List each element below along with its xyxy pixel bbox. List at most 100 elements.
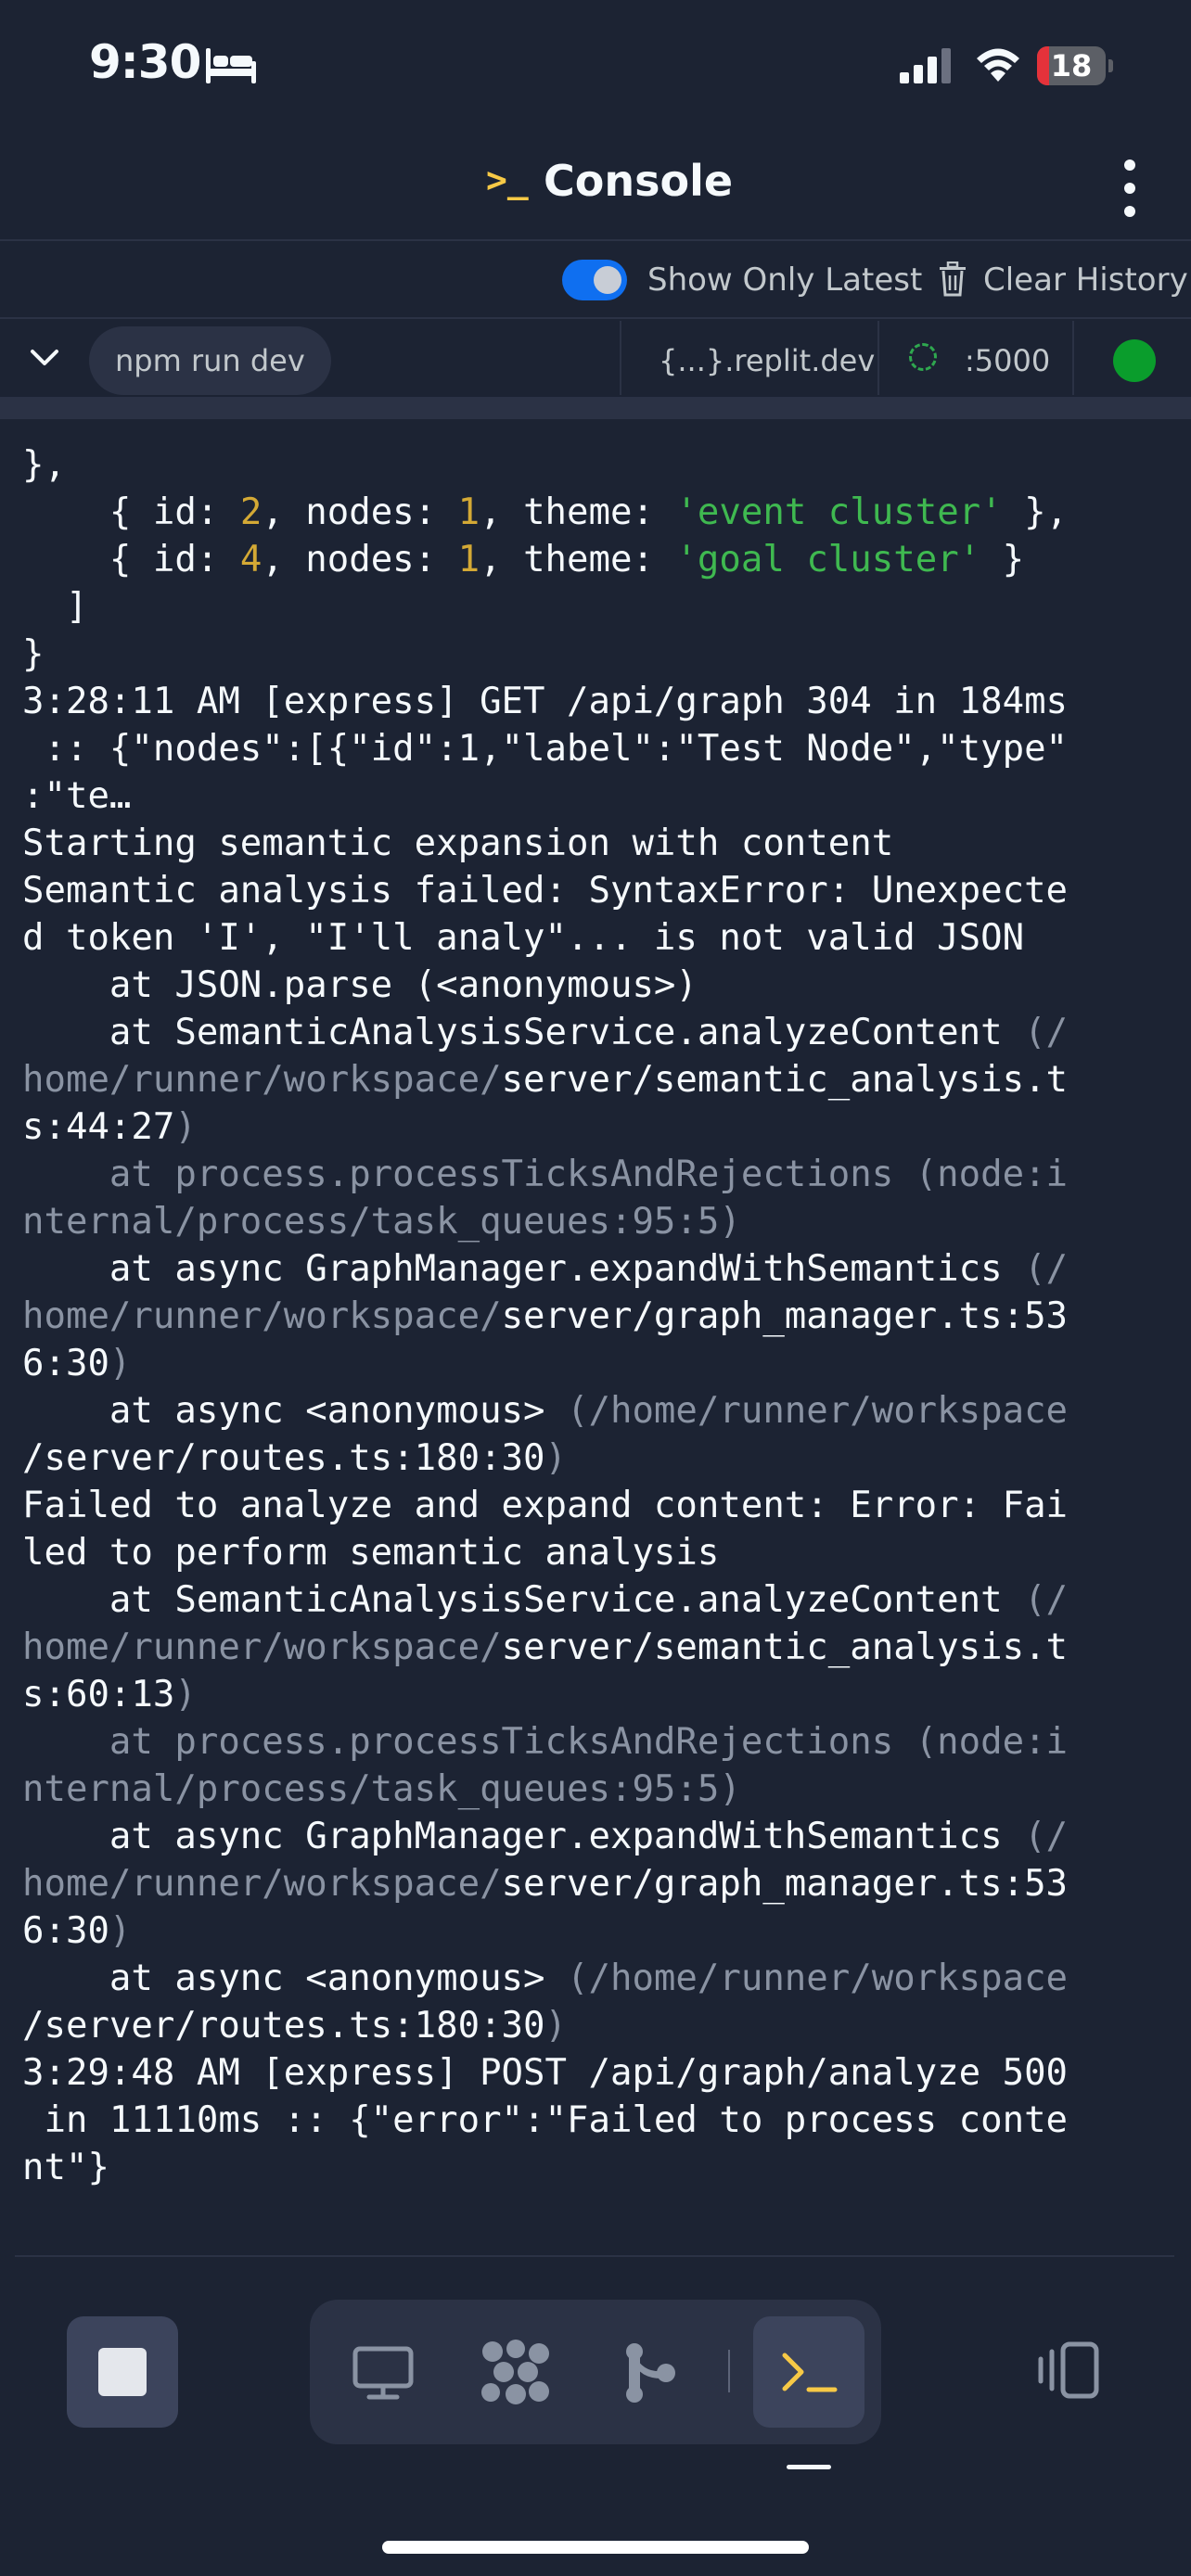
console-line: :: {"nodes":[{"id":1,"label":"Test Node"… [22, 728, 1068, 770]
console-text: Failed to analyze and expand content: Er… [22, 1485, 1069, 1526]
chevron-down-icon[interactable] [28, 341, 61, 375]
clear-history-button[interactable]: Clear History [983, 260, 1188, 300]
console-text: at process.processTicksAndRejections (no… [22, 1154, 1069, 1195]
console-line: { id: 2, nodes: 1, theme: 'event cluster… [22, 491, 1068, 533]
console-tool-button[interactable] [753, 2316, 864, 2428]
more-options-icon[interactable] [1111, 156, 1148, 221]
console-text: s:44:27 [22, 1106, 175, 1148]
webview-tool-button[interactable] [327, 2316, 438, 2428]
bed-icon [206, 48, 256, 83]
console-text: at process.processTicksAndRejections (no… [22, 1721, 1069, 1763]
port-label[interactable]: :5000 [965, 326, 1050, 395]
console-line: led to perform semantic analysis [22, 1532, 719, 1574]
console-text: at async GraphManager.expandWithSemantic… [22, 1816, 1025, 1857]
console-text: nt"} [22, 2147, 109, 2188]
show-only-latest-label: Show Only Latest [647, 261, 923, 299]
console-line: at async GraphManager.expandWithSemantic… [22, 1816, 1068, 1857]
console-line: 6:30) [22, 1910, 131, 1952]
console-text: home/runner/workspace/ [22, 1059, 502, 1101]
device-switch-icon[interactable] [1035, 2340, 1102, 2400]
console-text: d token 'I', "I'll analy"... is not vali… [22, 917, 1025, 959]
console-text: ) [544, 2005, 568, 2047]
console-prompt-icon: >_ [486, 159, 529, 200]
console-text: (/ [1024, 1579, 1069, 1621]
console-line: at async GraphManager.expandWithSemantic… [22, 1248, 1068, 1290]
cellular-signal-icon [900, 48, 951, 83]
header-divider [0, 239, 1191, 241]
stop-button[interactable] [67, 2316, 178, 2428]
dev-domain-link[interactable]: {...}.replit.dev [659, 326, 875, 395]
console-line: Starting semantic expansion with content [22, 823, 893, 864]
console-text: (/ [1024, 1816, 1069, 1857]
show-only-latest-toggle[interactable] [562, 260, 627, 300]
console-line: { id: 4, nodes: 1, theme: 'goal cluster'… [22, 539, 1024, 580]
console-line: /server/routes.ts:180:30) [22, 2005, 567, 2047]
console-line: at process.processTicksAndRejections (no… [22, 1721, 1068, 1763]
console-text: { id: [22, 539, 240, 580]
console-text: { id: [22, 491, 240, 533]
console-text: ) [174, 1106, 197, 1148]
trash-icon[interactable] [939, 261, 967, 297]
console-prompt-icon [782, 2353, 838, 2392]
port-loading-icon [909, 343, 937, 371]
console-text: at JSON.parse (<anonymous>) [22, 964, 698, 1006]
console-bottom-divider [15, 2255, 1174, 2257]
git-tool-button[interactable] [596, 2316, 707, 2428]
console-text: 1 [457, 491, 480, 533]
console-text: 'goal cluster' [675, 539, 981, 580]
console-line: Failed to analyze and expand content: Er… [22, 1485, 1068, 1526]
console-text: ) [109, 1343, 132, 1384]
console-line: 3:29:48 AM [express] POST /api/graph/ana… [22, 2052, 1068, 2094]
console-text: nternal/process/task_queues:95:5) [22, 1201, 741, 1243]
console-line: nt"} [22, 2147, 109, 2188]
console-text: at SemanticAnalysisService.analyzeConten… [22, 1579, 1025, 1621]
console-text: home/runner/workspace/ [22, 1295, 502, 1337]
console-text: ) [174, 1674, 197, 1715]
console-text: , nodes: [262, 539, 458, 580]
console-line: home/runner/workspace/server/semantic_an… [22, 1059, 1068, 1101]
console-line: 3:28:11 AM [express] GET /api/graph 304 … [22, 681, 1068, 722]
console-text: , theme: [480, 539, 676, 580]
tab-row-band [0, 397, 1191, 419]
packages-tool-button[interactable] [461, 2316, 572, 2428]
packages-icon [481, 2340, 549, 2404]
console-line: :"te… [22, 775, 131, 817]
toolbar-divider [0, 317, 1191, 319]
console-line: d token 'I', "I'll analy"... is not vali… [22, 917, 1024, 959]
console-line: ] [22, 586, 88, 628]
console-text: }, [1002, 491, 1069, 533]
wifi-icon [977, 48, 1019, 82]
status-time: 9:30 [89, 35, 201, 89]
page-title: Console [544, 156, 734, 206]
console-text: Starting semantic expansion with content [22, 823, 894, 864]
process-tab[interactable]: npm run dev [89, 326, 331, 395]
console-text: s:60:13 [22, 1674, 175, 1715]
console-text: (/home/runner/workspace [567, 1390, 1069, 1432]
console-text: at SemanticAnalysisService.analyzeConten… [22, 1012, 1025, 1053]
console-text: at async GraphManager.expandWithSemantic… [22, 1248, 1025, 1290]
console-line: s:60:13) [22, 1674, 197, 1715]
console-line: at SemanticAnalysisService.analyzeConten… [22, 1012, 1068, 1053]
console-text: :: {"nodes":[{"id":1,"label":"Test Node"… [22, 728, 1069, 770]
console-line: 6:30) [22, 1343, 131, 1384]
console-text: Semantic analysis failed: SyntaxError: U… [22, 870, 1069, 912]
tool-group-separator [728, 2350, 730, 2392]
console-text: /server/routes.ts:180:30 [22, 2005, 545, 2047]
console-text: ) [544, 1437, 568, 1479]
console-text: ) [109, 1910, 132, 1952]
console-text: 6:30 [22, 1910, 109, 1952]
console-text: server/graph_manager.ts:53 [501, 1295, 1069, 1337]
console-text: nternal/process/task_queues:95:5) [22, 1768, 741, 1810]
console-line: }, [22, 444, 66, 486]
console-line: } [22, 633, 44, 675]
console-text: home/runner/workspace/ [22, 1863, 502, 1905]
console-text: 'event cluster' [675, 491, 1003, 533]
console-text: in 11110ms :: {"error":"Failed to proces… [22, 2099, 1069, 2141]
console-text: (/ [1024, 1248, 1069, 1290]
console-text: }, [22, 444, 66, 486]
console-line: at async <anonymous> (/home/runner/works… [22, 1390, 1068, 1432]
console-line: nternal/process/task_queues:95:5) [22, 1201, 741, 1243]
console-text: 3:29:48 AM [express] POST /api/graph/ana… [22, 2052, 1069, 2094]
console-text: server/semantic_analysis.t [501, 1059, 1069, 1101]
console-output: }, { id: 2, nodes: 1, theme: 'event clus… [22, 441, 1172, 2191]
